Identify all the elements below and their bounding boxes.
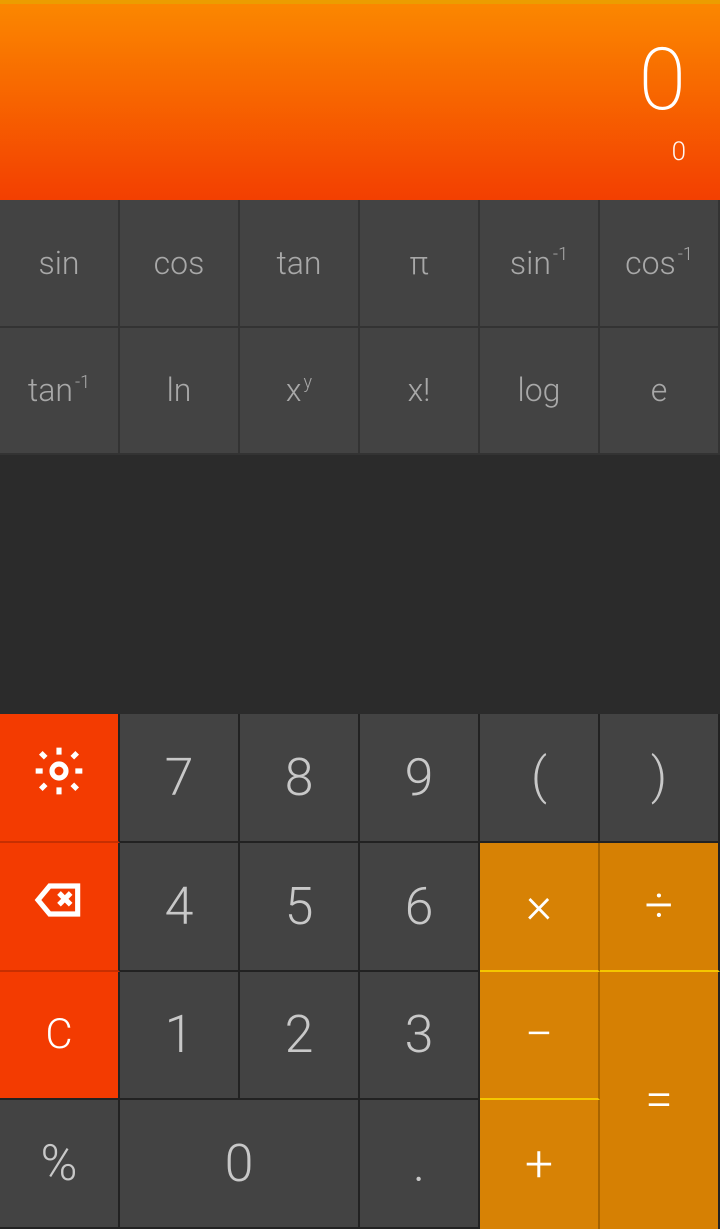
empty-gap [0,455,720,714]
digit-4[interactable]: 4 [120,843,240,972]
digit-0[interactable]: 0 [120,1100,360,1229]
percent-button[interactable]: % [0,1100,120,1229]
pow-base: x [286,371,302,409]
digit-2[interactable]: 2 [240,972,360,1101]
fact-button[interactable]: x! [360,328,480,456]
backspace-icon [29,872,89,941]
sin-button[interactable]: sin [0,200,120,328]
digit-3[interactable]: 3 [360,972,480,1101]
decimal-point[interactable]: . [360,1100,480,1229]
digit-5[interactable]: 5 [240,843,360,972]
display-panel: 0 0 [0,4,720,200]
tan-button[interactable]: tan [240,200,360,328]
plus-button[interactable]: + [480,1100,600,1229]
atan-base: tan [28,371,73,409]
pow-sup: y [304,372,313,393]
log-button[interactable]: log [480,328,600,456]
pow-button[interactable]: xy [240,328,360,456]
left-paren[interactable]: ( [480,714,600,843]
asin-button[interactable]: sin-1 [480,200,600,328]
display-main: 0 [639,37,686,123]
settings-button[interactable] [0,714,120,843]
asin-sup: -1 [553,244,568,265]
multiply-button[interactable]: × [480,843,600,972]
right-paren[interactable]: ) [600,714,720,843]
backspace-button[interactable] [0,843,120,972]
digit-8[interactable]: 8 [240,714,360,843]
minus-button[interactable]: − [480,972,600,1101]
digit-9[interactable]: 9 [360,714,480,843]
display-sub: 0 [672,137,686,167]
digit-7[interactable]: 7 [120,714,240,843]
asin-base: sin [510,244,551,282]
acos-sup: -1 [678,244,693,265]
keypad: 7 8 9 ( ) 4 5 6 × ÷ C 1 2 3 − = % 0 . + [0,714,720,1229]
ln-button[interactable]: ln [120,328,240,456]
digit-1[interactable]: 1 [120,972,240,1101]
acos-button[interactable]: cos-1 [600,200,720,328]
clear-button[interactable]: C [0,972,120,1101]
pi-button[interactable]: π [360,200,480,328]
gear-icon [31,743,87,812]
digit-6[interactable]: 6 [360,843,480,972]
scientific-pad: sin cos tan π sin-1 cos-1 tan-1 ln xy x!… [0,200,720,455]
atan-button[interactable]: tan-1 [0,328,120,456]
divide-button[interactable]: ÷ [600,843,720,972]
cos-button[interactable]: cos [120,200,240,328]
acos-base: cos [625,244,676,282]
equals-button[interactable]: = [600,972,720,1229]
e-button[interactable]: e [600,328,720,456]
atan-sup: -1 [75,372,90,393]
